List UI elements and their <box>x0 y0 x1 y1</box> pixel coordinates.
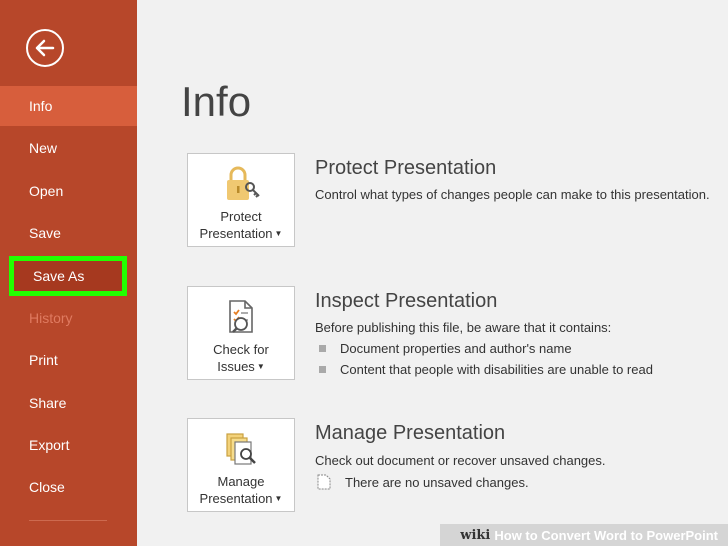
sidebar-item-print[interactable]: Print <box>0 340 137 380</box>
sidebar-item-label: Open <box>29 183 64 199</box>
sidebar-item-label: Save <box>29 225 61 241</box>
tile-label: Protect Presentation ▼ <box>199 209 283 241</box>
lock-key-icon <box>221 164 261 204</box>
sidebar-item-share[interactable]: Share <box>0 383 137 423</box>
section-description: Before publishing this file, be aware th… <box>315 320 612 335</box>
section-title: Protect Presentation <box>315 157 497 179</box>
inspect-document-icon <box>221 297 261 337</box>
backstage-sidebar: Info New Open Save Save As History Print… <box>0 0 137 546</box>
sidebar-item-label: Close <box>29 479 65 495</box>
sidebar-item-info[interactable]: Info <box>0 86 137 126</box>
sidebar-item-label: Info <box>29 98 53 114</box>
unsaved-changes-note: There are no unsaved changes. <box>317 474 529 490</box>
document-icon <box>317 474 331 490</box>
sidebar-item-open[interactable]: Open <box>0 171 137 211</box>
sidebar-item-new[interactable]: New <box>0 128 137 168</box>
sidebar-item-label: History <box>29 310 73 326</box>
section-title: Manage Presentation <box>315 422 506 444</box>
protect-presentation-button[interactable]: Protect Presentation ▼ <box>187 153 295 247</box>
tile-label: Manage Presentation ▼ <box>199 474 283 506</box>
page-title: Info <box>181 78 252 125</box>
sidebar-item-label: Save As <box>33 268 85 284</box>
manage-documents-icon <box>221 429 261 469</box>
back-button[interactable] <box>26 29 64 67</box>
section-description: Check out document or recover unsaved ch… <box>315 453 606 468</box>
sidebar-divider <box>29 520 107 521</box>
watermark: wiki How to Convert Word to PowerPoint <box>440 524 728 546</box>
manage-presentation-button[interactable]: Manage Presentation ▼ <box>187 418 295 512</box>
info-pane: Info Protect Presentation ▼ Protect Prese… <box>137 0 728 546</box>
check-for-issues-button[interactable]: Check for Issues ▼ <box>187 286 295 380</box>
sidebar-item-save[interactable]: Save <box>0 213 137 253</box>
sidebar-item-export[interactable]: Export <box>0 425 137 465</box>
list-item: Content that people with disabilities ar… <box>319 362 653 377</box>
back-arrow-icon <box>35 39 55 57</box>
sidebar-item-label: New <box>29 140 58 156</box>
tile-label: Check for Issues ▼ <box>213 342 269 374</box>
section-description: Control what types of changes people can… <box>315 187 710 202</box>
sidebar-item-label: Export <box>29 437 70 453</box>
watermark-title: How to Convert Word to PowerPoint <box>494 527 718 543</box>
section-title: Inspect Presentation <box>315 290 498 312</box>
sidebar-item-label: Print <box>29 352 58 368</box>
sidebar-item-history: History <box>0 298 137 338</box>
sidebar-item-close[interactable]: Close <box>0 467 137 507</box>
bullet-icon <box>319 345 326 352</box>
watermark-wiki: wiki <box>460 527 491 543</box>
list-item: Document properties and author's name <box>319 341 572 356</box>
sidebar-item-save-as[interactable]: Save As <box>9 256 127 296</box>
sidebar-item-label: Share <box>29 395 67 411</box>
bullet-icon <box>319 366 326 373</box>
